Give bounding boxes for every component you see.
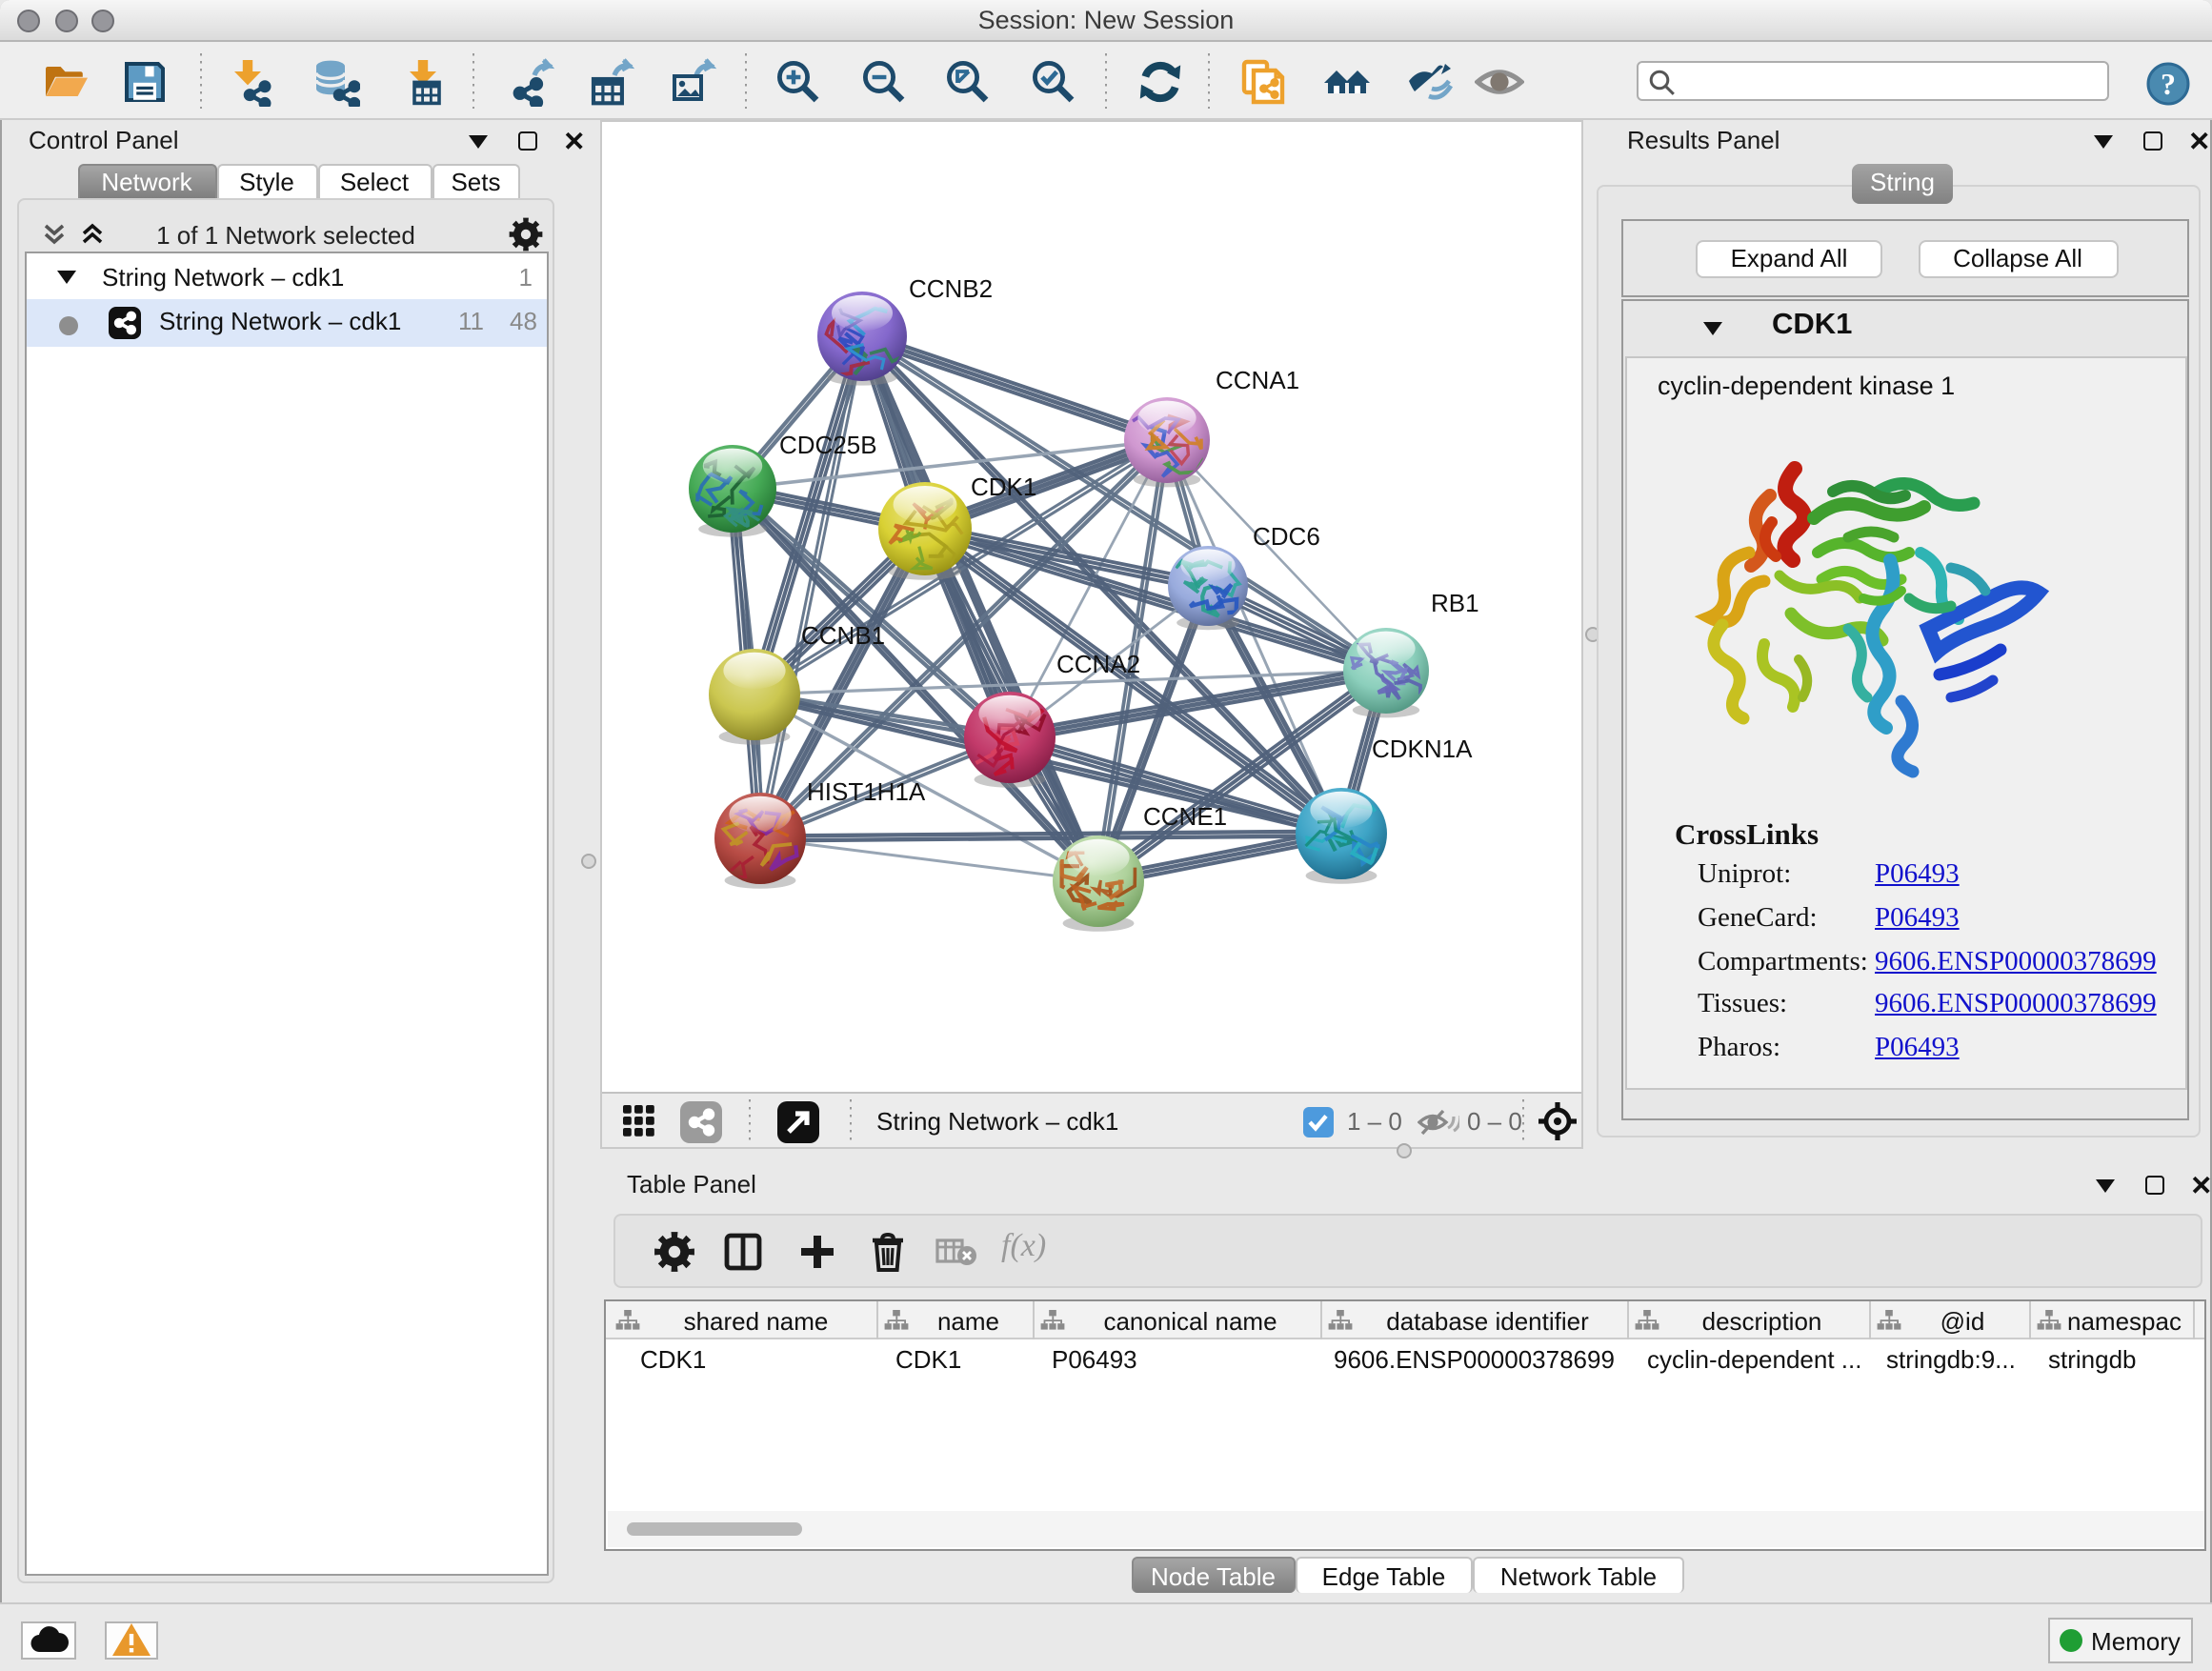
svg-text:CCNA1: CCNA1: [1216, 366, 1299, 394]
svg-text:HIST1H1A: HIST1H1A: [807, 777, 926, 806]
svg-text:CCNA2: CCNA2: [1056, 650, 1140, 678]
svg-text:CDC6: CDC6: [1253, 522, 1320, 551]
svg-text:?: ?: [2161, 66, 2176, 100]
svg-text:CDKN1A: CDKN1A: [1372, 735, 1473, 763]
svg-text:CDC25B: CDC25B: [779, 431, 877, 459]
svg-text:CCNE1: CCNE1: [1143, 802, 1227, 831]
svg-text:CCNB1: CCNB1: [801, 621, 885, 650]
svg-text:CCNB2: CCNB2: [909, 274, 993, 303]
svg-text:CDK1: CDK1: [971, 473, 1036, 501]
svg-text:RB1: RB1: [1431, 589, 1479, 617]
